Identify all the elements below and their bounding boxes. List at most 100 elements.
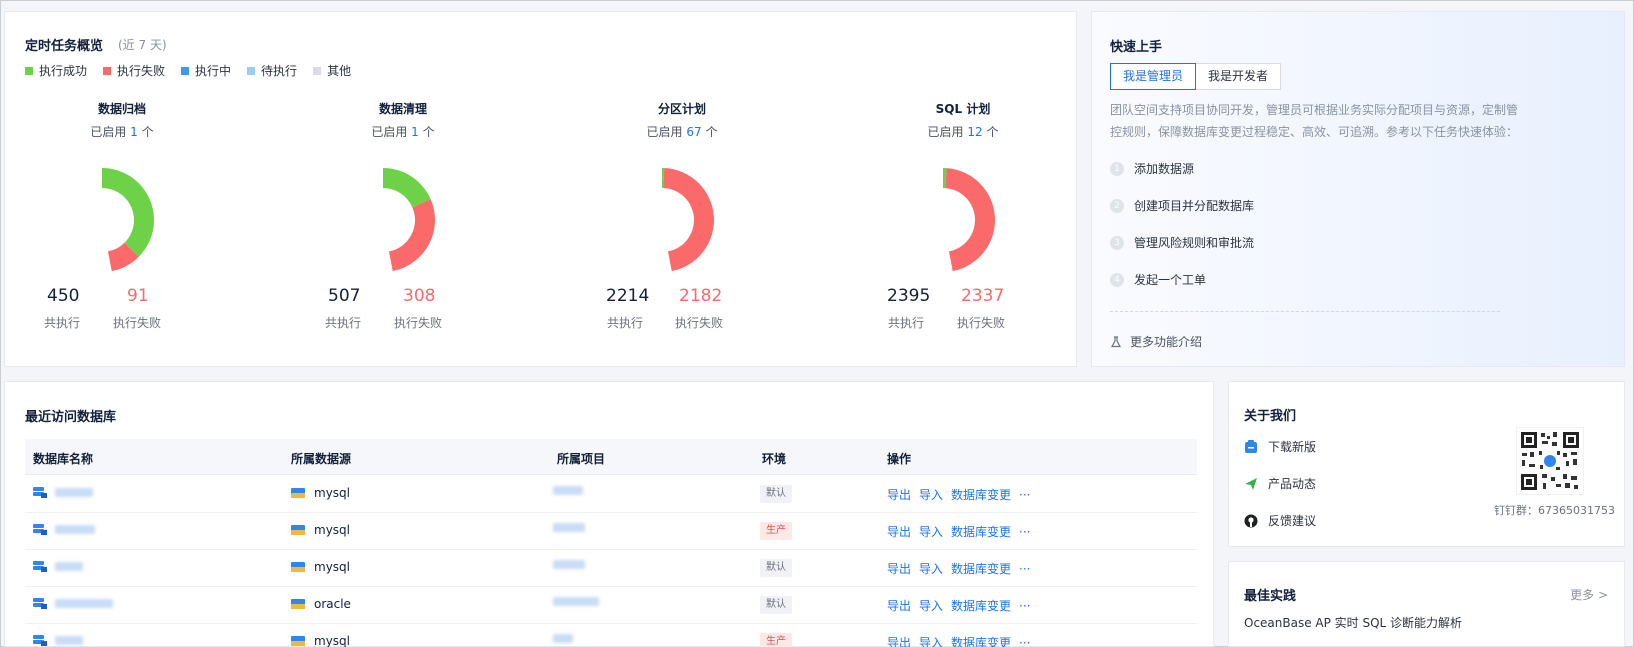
datasource-cell: mysql (291, 560, 350, 574)
import-link[interactable]: 导入 (919, 597, 943, 614)
env-cell: 默认 (760, 596, 792, 614)
db-name-cell[interactable] (33, 486, 93, 498)
donut-chart (943, 168, 995, 272)
step-create-ticket[interactable]: 4 发起一个工单 (1110, 271, 1206, 288)
download-link[interactable]: 下载新版 (1244, 438, 1316, 455)
project-cell (553, 597, 599, 606)
more-actions-icon[interactable]: ··· (1019, 488, 1030, 502)
donut-success-segment (383, 168, 431, 208)
task-overview-card: 定时任务概览 (近 7 天) 执行成功 执行失败 执行中 待执行 其他 数据归档… (4, 11, 1077, 367)
overview-title: 定时任务概览 (25, 39, 104, 54)
stat-name: 数据归档 (97, 102, 146, 116)
overview-subtitle: (近 7 天) (118, 38, 167, 52)
tab-developer[interactable]: 我是开发者 (1196, 63, 1282, 90)
stat-total-label: 共执行 (44, 316, 81, 330)
donut-failed-segment (945, 168, 995, 272)
legend-item-success: 执行成功 (25, 62, 87, 79)
stat-failed: 2182 (679, 286, 723, 306)
export-link[interactable]: 导出 (887, 597, 911, 614)
mysql-icon (291, 488, 305, 498)
stat-failed-label: 执行失败 (113, 316, 162, 330)
table-row: oracle 默认 导出 导入 数据库变更 ··· (25, 586, 1197, 624)
db-name-cell[interactable] (33, 523, 95, 535)
project-cell (553, 523, 585, 532)
stat-enabled: 已启用 1 个 (371, 125, 435, 139)
flask-icon (1110, 335, 1122, 347)
step-create-project[interactable]: 2 创建项目并分配数据库 (1110, 197, 1254, 214)
stat-total: 507 (328, 286, 361, 306)
col-actions: 操作 (887, 452, 912, 466)
stat-name: SQL 计划 (935, 102, 991, 116)
about-title: 关于我们 (1244, 409, 1297, 424)
row-actions: 导出 导入 数据库变更 ··· (887, 523, 1031, 540)
export-link[interactable]: 导出 (887, 486, 911, 503)
stat-failed: 91 (127, 286, 149, 306)
import-link[interactable]: 导入 (919, 560, 943, 577)
more-actions-icon[interactable]: ··· (1019, 636, 1030, 647)
row-actions: 导出 导入 数据库变更 ··· (887, 597, 1031, 614)
more-actions-icon[interactable]: ··· (1019, 562, 1030, 576)
table-row: mysql 生产 导出 导入 数据库变更 ··· (25, 512, 1197, 550)
dingtalk-group: 钉钉群：67365031753 (1494, 504, 1615, 517)
import-link[interactable]: 导入 (919, 486, 943, 503)
import-link[interactable]: 导入 (919, 634, 943, 647)
feedback-link[interactable]: 反馈建议 (1244, 512, 1316, 529)
mysql-icon (291, 525, 305, 535)
best-article-link[interactable]: OceanBase AP 实时 SQL 诊断能力解析 (1244, 614, 1462, 631)
more-features-link[interactable]: 更多功能介绍 (1110, 333, 1202, 350)
database-icon (33, 635, 47, 646)
env-cell: 生产 (760, 633, 792, 647)
product-news-link[interactable]: 产品动态 (1244, 475, 1316, 492)
donut-chart (383, 168, 435, 272)
role-tabs: 我是管理员 我是开发者 (1110, 63, 1282, 90)
best-practice-card: 最佳实践 更多 > OceanBase AP 实时 SQL 诊断能力解析 (1228, 561, 1625, 647)
import-link[interactable]: 导入 (919, 523, 943, 540)
col-project: 所属项目 (557, 452, 606, 466)
row-actions: 导出 导入 数据库变更 ··· (887, 560, 1031, 577)
database-icon (33, 524, 47, 535)
db-change-link[interactable]: 数据库变更 (951, 523, 1011, 540)
step-risk-rules[interactable]: 3 管理风险规则和审批流 (1110, 234, 1254, 251)
row-actions: 导出 导入 数据库变更 ··· (887, 634, 1031, 647)
stat-enabled: 已启用 1 个 (90, 125, 154, 139)
stat-total: 2395 (887, 286, 931, 306)
stat-total-label: 共执行 (888, 316, 925, 330)
tab-admin[interactable]: 我是管理员 (1110, 63, 1197, 90)
export-link[interactable]: 导出 (887, 523, 911, 540)
table-row: mysql 默认 导出 导入 数据库变更 ··· (25, 549, 1197, 587)
donut-chart (662, 168, 714, 272)
db-change-link[interactable]: 数据库变更 (951, 634, 1011, 647)
more-actions-icon[interactable]: ··· (1019, 525, 1030, 539)
table-header: 数据库名称 所属数据源 所属项目 环境 操作 (25, 439, 1197, 475)
db-name-cell[interactable] (33, 634, 83, 646)
recent-databases-card: 最近访问数据库 数据库名称 所属数据源 所属项目 环境 操作 mysql 默认 … (4, 381, 1214, 647)
overview-legend: 执行成功 执行失败 执行中 待执行 其他 (25, 62, 367, 79)
stat-failed: 2337 (961, 286, 1005, 306)
more-actions-icon[interactable]: ··· (1019, 599, 1030, 613)
db-change-link[interactable]: 数据库变更 (951, 486, 1011, 503)
db-change-link[interactable]: 数据库变更 (951, 560, 1011, 577)
db-name-cell[interactable] (33, 560, 83, 572)
env-cell: 生产 (760, 522, 792, 540)
download-icon (1245, 439, 1257, 453)
mysql-icon (291, 562, 305, 572)
db-name-cell[interactable] (33, 597, 113, 609)
export-link[interactable]: 导出 (887, 634, 911, 647)
github-icon (1244, 514, 1258, 527)
legend-item-pending: 待执行 (247, 62, 297, 79)
donut-success-segment (102, 168, 154, 257)
stat-enabled: 已启用 67 个 (646, 125, 718, 139)
export-link[interactable]: 导出 (887, 560, 911, 577)
datasource-cell: oracle (291, 597, 351, 611)
best-more-link[interactable]: 更多 > (1570, 586, 1608, 603)
legend-item-running: 执行中 (181, 62, 231, 79)
stat-name: 数据清理 (378, 102, 427, 116)
legend-item-other: 其他 (313, 62, 351, 79)
donut-failed-segment (663, 168, 714, 272)
legend-item-failed: 执行失败 (103, 62, 165, 79)
stat-total-label: 共执行 (607, 316, 644, 330)
datasource-cell: mysql (291, 486, 350, 500)
donut-chart (102, 168, 154, 272)
db-change-link[interactable]: 数据库变更 (951, 597, 1011, 614)
step-add-datasource[interactable]: 1 添加数据源 (1110, 160, 1194, 177)
